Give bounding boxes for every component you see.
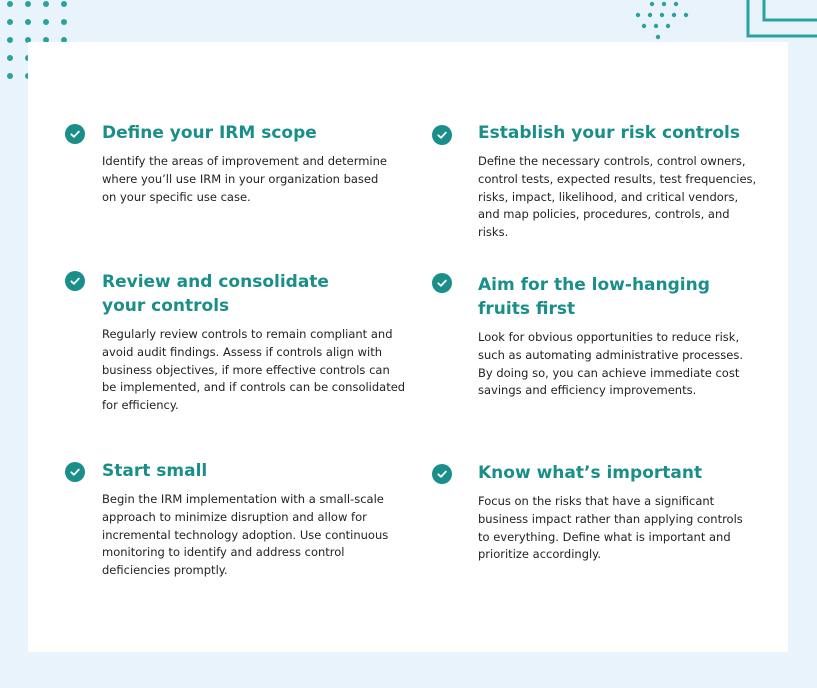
item-know-whats-important: Know what’s important Focus on the risks… bbox=[432, 461, 752, 564]
check-icon bbox=[65, 124, 85, 144]
item-description: Identify the areas of improvement and de… bbox=[102, 154, 387, 204]
item-description: Regularly review controls to remain comp… bbox=[102, 327, 406, 413]
item-description: Define the necessary controls, control o… bbox=[478, 154, 757, 240]
item-low-hanging-fruits: Aim for the low-hanging fruits first Loo… bbox=[432, 273, 752, 400]
item-establish-risk-controls: Establish your risk controls Define the … bbox=[432, 121, 756, 242]
item-define-irm-scope: Define your IRM scope Identify the areas… bbox=[65, 121, 387, 206]
item-description: Begin the IRM implementation with a smal… bbox=[102, 492, 389, 578]
decorative-corner-lines bbox=[746, 0, 817, 38]
item-title: Define your IRM scope bbox=[102, 123, 317, 143]
decorative-dot-cluster-right bbox=[635, 1, 689, 40]
check-icon bbox=[65, 271, 85, 291]
item-title: Review and consolidate your controls bbox=[102, 272, 329, 316]
check-icon bbox=[432, 273, 452, 293]
item-title: Establish your risk controls bbox=[478, 123, 741, 143]
item-description: Focus on the risks that have a significa… bbox=[478, 494, 743, 562]
item-title: Start small bbox=[102, 461, 208, 481]
item-review-consolidate-controls: Review and consolidate your controls Reg… bbox=[65, 270, 405, 415]
check-icon bbox=[432, 464, 452, 484]
item-start-small: Start small Begin the IRM implementation… bbox=[65, 459, 388, 580]
check-icon bbox=[65, 462, 85, 482]
item-title: Know what’s important bbox=[478, 463, 703, 483]
item-title: Aim for the low-hanging fruits first bbox=[478, 275, 710, 319]
check-icon bbox=[432, 125, 452, 145]
item-description: Look for obvious opportunities to reduce… bbox=[478, 330, 743, 398]
